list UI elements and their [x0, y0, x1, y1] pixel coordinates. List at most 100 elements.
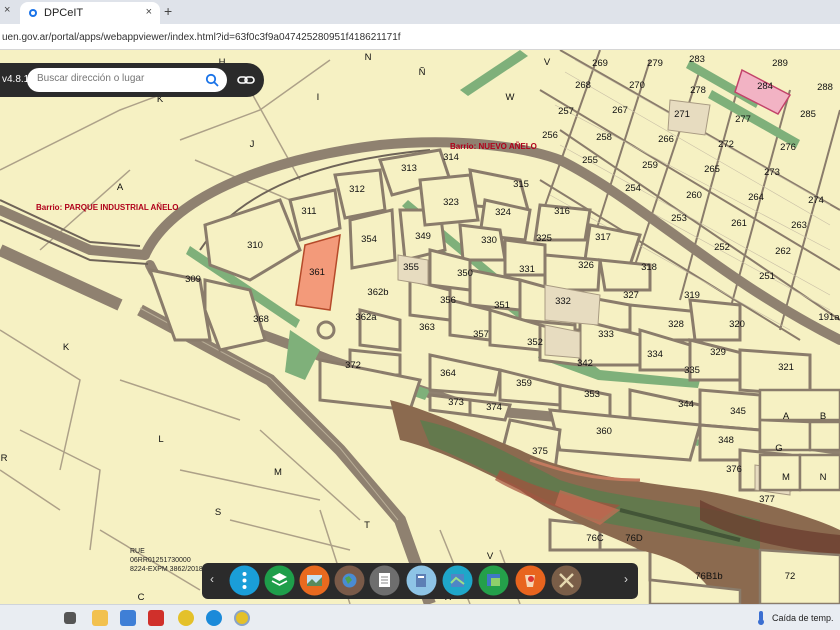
- lot-number-label: 345: [730, 406, 746, 417]
- os-taskbar: Caída de temp.: [0, 604, 840, 630]
- zone-label: V: [544, 57, 551, 68]
- lot-number-label: 355: [403, 262, 419, 273]
- map-canvas[interactable]: N Ñ V W I K H J A K L M R S T V C H Barr…: [0, 50, 840, 604]
- lot-number-label: 255: [582, 155, 598, 166]
- zone-label: I: [317, 92, 320, 103]
- store-icon[interactable]: [120, 610, 136, 626]
- lot-number-label: 288: [817, 82, 833, 93]
- lot-number-label: 257: [558, 106, 574, 117]
- lot-number-label: 362a: [355, 312, 377, 323]
- lot-number-label: 252: [714, 242, 730, 253]
- zone-label: T: [364, 520, 370, 531]
- barrio-label: Barrio: PARQUE INDUSTRIAL AÑELO: [36, 203, 179, 212]
- rue-label: 06RR01251730000: [130, 557, 191, 564]
- browser-tab-strip: × DPCeIT × +: [0, 0, 840, 24]
- lot-number-label: 279: [647, 58, 663, 69]
- lot-number-label: 316: [554, 206, 570, 217]
- lot-number-label: 309: [185, 274, 201, 285]
- lot-number-label: 374: [486, 402, 502, 413]
- lot-number-label: 311: [301, 206, 316, 217]
- chrome-active-icon[interactable]: [234, 610, 250, 626]
- draw-icon[interactable]: [442, 565, 473, 596]
- lot-number-label: 251: [759, 271, 775, 282]
- close-icon[interactable]: ×: [4, 4, 10, 16]
- search-box[interactable]: [27, 68, 227, 92]
- lot-number-label: 261: [731, 218, 747, 229]
- lot-number-label: 357: [473, 329, 489, 340]
- address-bar[interactable]: uen.gov.ar/portal/apps/webappviewer/inde…: [0, 24, 840, 50]
- site-favicon-icon: [29, 9, 37, 17]
- lot-number-label: 354: [361, 234, 377, 245]
- lot-number-label: 350: [457, 268, 473, 279]
- lot-number-label: 368: [253, 314, 269, 325]
- lot-number-label: 333: [598, 329, 614, 340]
- query-icon[interactable]: [515, 565, 546, 596]
- lot-number-label: 191a: [818, 312, 840, 323]
- chrome-icon[interactable]: [178, 610, 194, 626]
- lot-number-label: 323: [443, 197, 459, 208]
- basemap-icon[interactable]: [299, 565, 330, 596]
- lot-number-label: A: [783, 411, 790, 422]
- pdf-reader-icon[interactable]: [148, 610, 164, 626]
- measure-icon[interactable]: [406, 565, 437, 596]
- lot-number-label: 364: [440, 368, 456, 379]
- lot-number-label: 314: [443, 152, 459, 163]
- lot-number-label: 264: [748, 192, 764, 203]
- new-tab-button[interactable]: +: [164, 3, 172, 19]
- select-icon[interactable]: [478, 565, 509, 596]
- lot-number-label: 317: [595, 232, 611, 243]
- lot-number-label: 266: [658, 134, 674, 145]
- widget-toolbar: ‹ ›: [202, 563, 638, 599]
- weather-status[interactable]: Caída de temp.: [772, 613, 834, 623]
- print-icon[interactable]: [369, 565, 400, 596]
- lot-number-label: 283: [689, 54, 705, 65]
- app-version: v4.8.1: [2, 74, 30, 85]
- lot-number-label: 372: [345, 360, 361, 371]
- lot-number-label: 265: [704, 164, 720, 175]
- map-view[interactable]: N Ñ V W I K H J A K L M R S T V C H Barr…: [0, 50, 840, 604]
- toolbar-next-button[interactable]: ›: [624, 572, 628, 586]
- legend-icon[interactable]: [334, 565, 365, 596]
- rue-label: 8224-EXPM 3862/2018: [130, 566, 203, 573]
- link-icon[interactable]: [236, 71, 256, 89]
- lot-number-label: 268: [575, 80, 591, 91]
- lot-number-label: 352: [527, 337, 543, 348]
- lot-number-label: 270: [629, 80, 645, 91]
- edge-icon[interactable]: [206, 610, 222, 626]
- zone-label: R: [1, 453, 8, 464]
- zone-label: J: [250, 139, 255, 150]
- tab-close-icon[interactable]: ×: [146, 6, 152, 18]
- lot-number-label: 360: [596, 426, 612, 437]
- zone-label: V: [487, 551, 494, 562]
- file-explorer-icon[interactable]: [92, 610, 108, 626]
- lot-number-label: 327: [623, 290, 639, 301]
- lot-number-label: 330: [481, 235, 497, 246]
- lot-number-label: 312: [349, 184, 365, 195]
- lot-number-label: B: [820, 411, 826, 422]
- task-view-icon[interactable]: [64, 612, 76, 624]
- edit-icon[interactable]: [551, 565, 582, 596]
- lot-number-label: 376: [726, 464, 742, 475]
- lot-number-label: 258: [596, 132, 612, 143]
- search-icon[interactable]: [205, 73, 219, 87]
- lot-number-label: 351: [494, 300, 510, 311]
- lot-number-label: 375: [532, 446, 548, 457]
- lot-number-label: 269: [592, 58, 608, 69]
- lot-number-label: 76D: [625, 533, 643, 544]
- browser-tab[interactable]: DPCeIT ×: [20, 2, 160, 24]
- layers-icon[interactable]: [264, 565, 295, 596]
- zone-label: S: [215, 507, 221, 518]
- lot-number-label: 72: [785, 571, 796, 582]
- lot-number-label: 274: [808, 195, 824, 206]
- lot-number-label: 267: [612, 105, 628, 116]
- lot-number-label: 344: [678, 399, 694, 410]
- barrio-label: Barrio: NUEVO AÑELO: [450, 142, 537, 151]
- more-icon[interactable]: [229, 565, 260, 596]
- lot-number-label: 315: [513, 179, 529, 190]
- lot-number-label: 276: [780, 142, 796, 153]
- lot-number-label: 262: [775, 246, 791, 257]
- toolbar-prev-button[interactable]: ‹: [210, 572, 214, 586]
- lot-number-label: 362b: [367, 287, 388, 298]
- lot-number-label: G: [775, 443, 782, 454]
- search-input[interactable]: [37, 73, 197, 84]
